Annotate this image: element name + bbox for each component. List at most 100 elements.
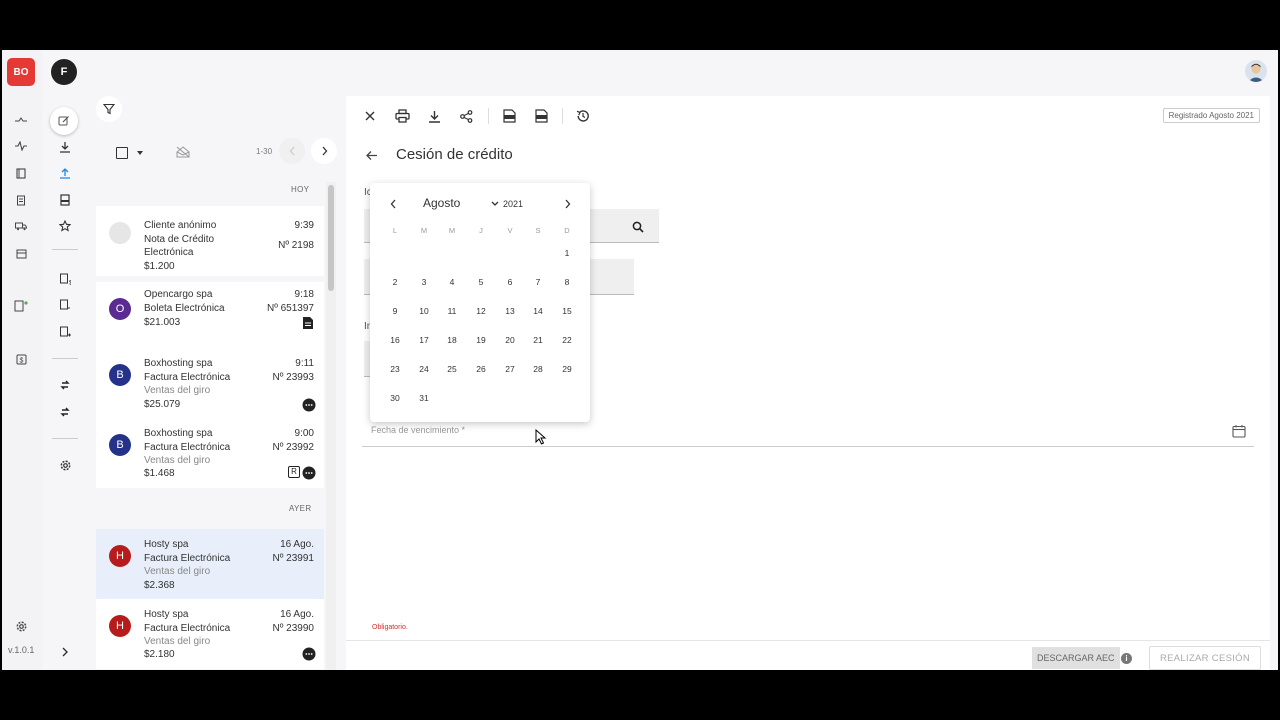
payments-icon[interactable]: $ (13, 351, 29, 367)
close-icon[interactable] (359, 105, 381, 127)
calendar-icon[interactable] (1230, 422, 1248, 440)
info-icon[interactable]: i (1121, 653, 1132, 664)
calendar-day[interactable]: 13 (498, 301, 522, 321)
avatar: H (109, 615, 131, 637)
next-month-icon[interactable] (557, 194, 577, 214)
calendar-day[interactable]: 19 (469, 330, 493, 350)
select-dropdown-icon[interactable] (137, 151, 143, 155)
calendar-day[interactable]: 31 (412, 388, 436, 408)
avatar (109, 222, 131, 244)
item-doc-type-cont: Electrónica (144, 247, 194, 258)
transfer-icon[interactable] (56, 403, 74, 421)
mark-read-icon[interactable] (176, 145, 190, 163)
list-item[interactable]: H Hosty spa Factura Electrónica Ventas d… (96, 599, 324, 669)
doc-return-icon[interactable] (56, 296, 74, 314)
item-name: Cliente anónimo (144, 220, 217, 231)
item-number: Nº 23992 (272, 442, 314, 453)
list-scrollbar[interactable] (326, 182, 336, 670)
calendar-day[interactable]: 9 (383, 301, 407, 321)
calendar-day[interactable]: 20 (498, 330, 522, 350)
app-logo[interactable]: BO (7, 58, 35, 86)
calendar-day[interactable]: 12 (469, 301, 493, 321)
item-doc-type: Factura Electrónica (144, 372, 231, 383)
next-page-button[interactable] (311, 138, 337, 164)
compose-button[interactable] (50, 107, 78, 135)
doc-money-icon[interactable]: $ (56, 270, 74, 288)
back-arrow-icon[interactable] (362, 146, 380, 164)
calendar-day[interactable]: 26 (469, 359, 493, 379)
xml-icon[interactable] (498, 105, 520, 127)
calendar-day[interactable]: 23 (383, 359, 407, 379)
print-icon[interactable] (391, 105, 413, 127)
mouse-cursor (535, 428, 547, 445)
book-icon[interactable] (13, 165, 29, 181)
month-label[interactable]: Agosto (423, 196, 460, 210)
calendar-day[interactable]: 2 (383, 272, 407, 292)
inventory-icon[interactable] (13, 245, 29, 261)
transfer-icon[interactable] (56, 376, 74, 394)
calendar-day[interactable]: 7 (526, 272, 550, 292)
calendar-day[interactable]: 18 (440, 330, 464, 350)
search-icon[interactable] (632, 220, 644, 238)
group-label-today: HOY (291, 185, 310, 194)
upload-icon[interactable] (56, 164, 74, 182)
doc-add-icon[interactable] (56, 323, 74, 341)
download-icon[interactable] (423, 105, 445, 127)
calendar-day[interactable]: 15 (555, 301, 579, 321)
calendar-day[interactable]: 21 (526, 330, 550, 350)
realizar-cesion-button[interactable]: REALIZAR CESIÓN (1149, 646, 1261, 670)
calendar-day[interactable]: 16 (383, 330, 407, 350)
list-item[interactable]: O Opencargo spa Boleta Electrónica $21.0… (96, 282, 324, 352)
month-dropdown-icon[interactable] (491, 201, 499, 207)
truck-icon[interactable] (13, 218, 29, 234)
calendar-day[interactable]: 1 (555, 243, 579, 263)
calendar-day[interactable]: 24 (412, 359, 436, 379)
download-aec-button[interactable]: DESCARGAR AEC (1032, 647, 1120, 669)
select-all-checkbox[interactable] (116, 147, 128, 159)
year-label[interactable]: 2021 (503, 199, 523, 209)
due-date-placeholder: Fecha de vencimiento * (371, 425, 466, 435)
list-item[interactable]: H Hosty spa Factura Electrónica Ventas d… (96, 529, 324, 599)
item-subtitle: Ventas del giro (144, 385, 211, 396)
calendar-day[interactable]: 8 (555, 272, 579, 292)
calendar-day[interactable]: 11 (440, 301, 464, 321)
history-icon[interactable] (572, 105, 594, 127)
calendar-day[interactable]: 25 (440, 359, 464, 379)
page-range: 1-30 (256, 147, 273, 156)
calendar-day[interactable]: 10 (412, 301, 436, 321)
calendar-day[interactable]: 14 (526, 301, 550, 321)
calendar-day[interactable]: 6 (498, 272, 522, 292)
calendar-day[interactable]: 22 (555, 330, 579, 350)
archive-icon[interactable] (56, 191, 74, 209)
calendar-day[interactable]: 29 (555, 359, 579, 379)
list-item[interactable]: Cliente anónimo Nota de Crédito Electrón… (96, 206, 324, 276)
calendar-day[interactable]: 5 (469, 272, 493, 292)
chevron-right-icon[interactable] (56, 643, 74, 661)
prev-month-icon[interactable] (383, 194, 403, 214)
receipt-icon[interactable] (13, 192, 29, 208)
calendar-day[interactable]: 28 (526, 359, 550, 379)
download-icon[interactable] (56, 138, 74, 156)
profile-avatar[interactable] (1245, 60, 1267, 82)
ced-icon[interactable] (530, 105, 552, 127)
list-toolbar: 1-30 (96, 94, 337, 174)
calendar-day[interactable]: 4 (440, 272, 464, 292)
list-item[interactable]: B Boxhosting spa Factura Electrónica Ven… (96, 348, 324, 418)
list-item[interactable]: B Boxhosting spa Factura Electrónica Ven… (96, 418, 324, 488)
prev-page-button[interactable] (279, 138, 305, 164)
user-avatar[interactable]: F (51, 59, 77, 85)
scrollbar-thumb[interactable] (328, 185, 334, 291)
calendar-day[interactable]: 27 (498, 359, 522, 379)
document-badge-icon[interactable] (13, 298, 29, 314)
settings-icon[interactable] (13, 618, 29, 634)
calendar-day[interactable]: 30 (383, 388, 407, 408)
activity-icon[interactable] (13, 138, 29, 154)
share-icon[interactable] (455, 105, 477, 127)
calendar-day[interactable]: 3 (412, 272, 436, 292)
star-icon[interactable] (56, 217, 74, 235)
gear-icon[interactable] (56, 456, 74, 474)
required-note: Obligatorio. (372, 624, 408, 631)
calendar-day[interactable]: 17 (412, 330, 436, 350)
filter-icon[interactable] (96, 96, 122, 122)
trend-icon[interactable] (13, 112, 29, 128)
